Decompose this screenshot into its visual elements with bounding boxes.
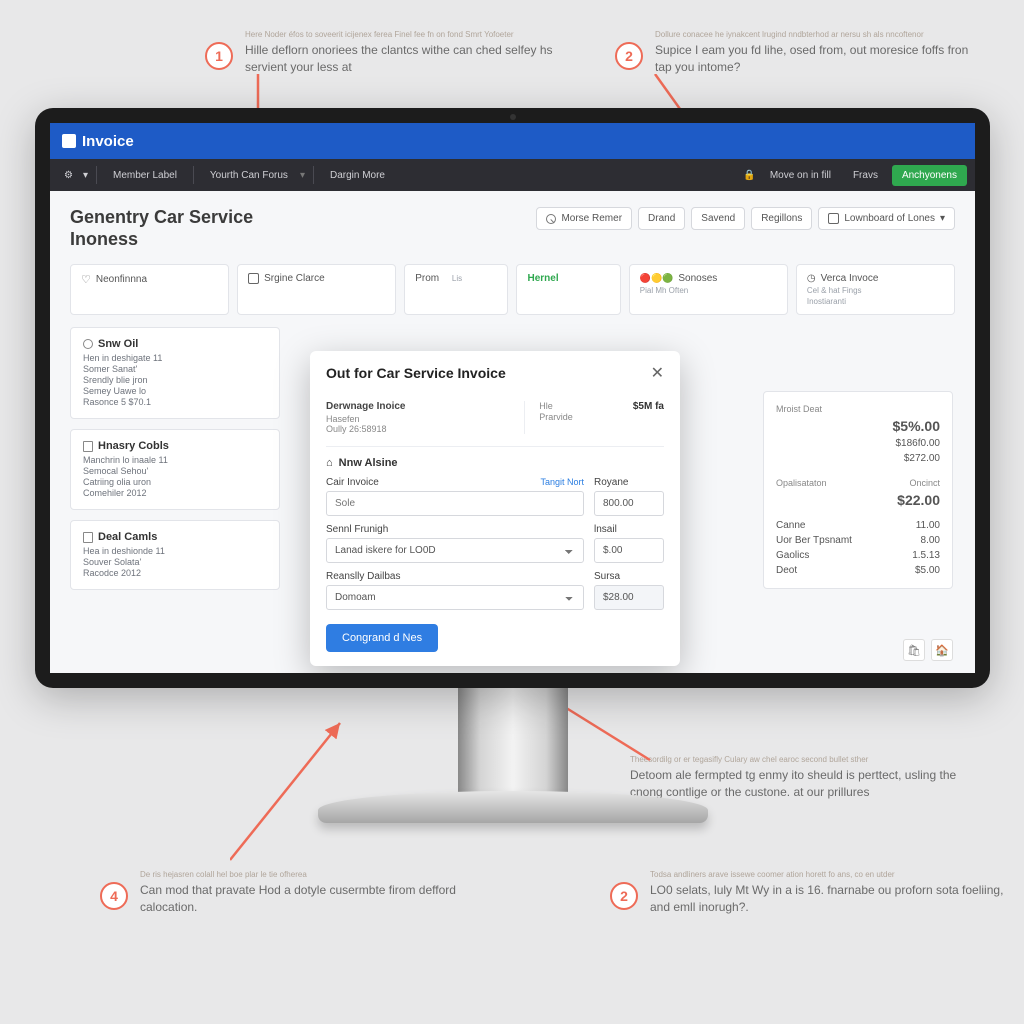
- menu-item-2[interactable]: Yourth Can Forus: [202, 166, 296, 185]
- tab-2[interactable]: Srgine Clarce: [237, 264, 396, 315]
- page-header: Genentry Car Service Inoness Morse Remer…: [70, 207, 955, 250]
- amount1-input[interactable]: [594, 491, 664, 516]
- summary-row: Uor Ber Tpsnamt8.00: [776, 533, 940, 548]
- app-topbar: Invoice: [50, 123, 975, 159]
- action-btn-3[interactable]: Regillons: [751, 207, 812, 230]
- amount3-input[interactable]: [594, 585, 664, 610]
- summary-row: Gaolics1.5.13: [776, 548, 940, 563]
- cair-invoice-input[interactable]: [326, 491, 584, 516]
- tab-4[interactable]: Hernel: [516, 264, 620, 315]
- summary-panel: Mroist Deat $5%.00 $186f0.00 $272.00 Opa…: [763, 391, 953, 589]
- modal-title: Out for Car Service Invoice: [326, 365, 506, 381]
- action-btn-2[interactable]: Savend: [691, 207, 745, 230]
- info-card-2[interactable]: Deal CamlsHea in deshionde 11Souver Sola…: [70, 520, 280, 590]
- screen: Invoice ⚙ ▾ Member Label Yourth Can Foru…: [50, 123, 975, 673]
- lock-icon: 🔒: [743, 170, 755, 181]
- modal-section-header: ⌂Nnw Alsine: [326, 457, 664, 469]
- tab-5[interactable]: 🔴🟡🟢SonosesPial Mh Often: [629, 264, 788, 315]
- reanslly-select[interactable]: Domoam: [326, 585, 584, 610]
- modal-header: Out for Car Service Invoice ✕: [310, 351, 680, 391]
- doc-icon: [83, 441, 93, 452]
- footer-home-icon[interactable]: 🏠: [931, 639, 953, 661]
- footer-cart-icon[interactable]: 🛍: [903, 639, 925, 661]
- bullet-icon: [83, 339, 93, 349]
- callout-2-sub: Dollure conacee he iynakcent lrugind nnd…: [655, 30, 975, 39]
- callout-4-text: Can mod that pravate Hod a dotyle cuserm…: [140, 882, 460, 917]
- page-title-line2: Inoness: [70, 229, 253, 251]
- amount2-input[interactable]: [594, 538, 664, 563]
- callout-number-2: 2: [615, 42, 643, 70]
- action-btn-1[interactable]: Drand: [638, 207, 685, 230]
- tab-1[interactable]: ♡Neonfinnna: [70, 264, 229, 315]
- tab-6[interactable]: ◷Verca InvoceCel & hat FingsInostiaranti: [796, 264, 955, 315]
- callout-3a-text: LO0 selats, luly Mt Wy in a is 16. fnarn…: [650, 882, 1010, 917]
- submit-button[interactable]: Congrand d Nes: [326, 624, 438, 652]
- search-icon: [546, 214, 556, 224]
- callout-2-text: Supice I eam you fd lihe, osed from, out…: [655, 42, 975, 77]
- action-dropdown[interactable]: Lownboard of Lones▾: [818, 207, 955, 230]
- callout-2: 2 Dollure conacee he iynakcent lrugind n…: [615, 30, 975, 77]
- callout-number-4: 4: [100, 882, 128, 910]
- field2-label: Sennl Frunigh: [326, 524, 584, 535]
- info-card-1[interactable]: Hnasry CoblsManchrin lo inaale 11Semocal…: [70, 429, 280, 510]
- callout-3a-sub: Todsa andliners arave issewe coomer atio…: [650, 870, 1010, 879]
- menu-item-1[interactable]: Member Label: [105, 166, 185, 185]
- main-panel: Genentry Car Service Inoness Morse Remer…: [50, 191, 975, 673]
- callout-4: 4 De ris hejasren colall hel boe plar le…: [100, 870, 460, 917]
- monitor-bezel: Invoice ⚙ ▾ Member Label Yourth Can Foru…: [35, 108, 990, 688]
- multi-dot-icon: 🔴🟡🟢: [640, 273, 674, 284]
- menubar: ⚙ ▾ Member Label Yourth Can Forus ▾ Darg…: [50, 159, 975, 191]
- content-area: Genentry Car Service Inoness Morse Remer…: [50, 191, 975, 673]
- callout-1-text: Hille deflorn onoriees the clantcs withe…: [245, 42, 565, 77]
- info-card-0[interactable]: Snw OilHen in deshigate 11Somer Sanat'Sr…: [70, 327, 280, 419]
- page-actions: Morse Remer Drand Savend Regillons Lownb…: [536, 207, 955, 230]
- grid-icon: [828, 213, 839, 224]
- briefcase-icon: [62, 134, 76, 148]
- monitor-stand-neck: [458, 683, 568, 803]
- field1-label: Cair InvoiceTangit Nort: [326, 477, 584, 488]
- page-title-line1: Genentry Car Service: [70, 207, 253, 229]
- amount1-label: Royane: [594, 477, 664, 488]
- heart-icon: ♡: [81, 273, 91, 286]
- sennl-select[interactable]: Lanad iskere for LO0D: [326, 538, 584, 563]
- field3-label: Reanslly Dailbas: [326, 571, 584, 582]
- monitor-stand-base: [318, 791, 708, 823]
- modal-top-l3: Oully 26:58918: [326, 424, 504, 434]
- monitor-frame: Invoice ⚙ ▾ Member Label Yourth Can Foru…: [35, 108, 990, 863]
- cta-button[interactable]: Anchyonens: [892, 165, 967, 186]
- cards-left: Snw OilHen in deshigate 11Somer Sanat'Sr…: [70, 327, 280, 590]
- box-icon: [248, 273, 259, 284]
- footer-icons: 🛍 🏠: [903, 639, 953, 661]
- menu-right-link[interactable]: Move on in fill: [762, 166, 839, 185]
- app-brand[interactable]: Invoice: [62, 133, 134, 150]
- modal-top-l1: Derwnage Inoice: [326, 401, 504, 412]
- summary-row: Deot$5.00: [776, 563, 940, 578]
- doc-icon: [83, 532, 93, 543]
- menu-right-text[interactable]: Fravs: [845, 166, 886, 185]
- chevron-down-icon: ▾: [940, 213, 945, 224]
- callout-number-1: 1: [205, 42, 233, 70]
- search-input[interactable]: Morse Remer: [536, 207, 632, 230]
- home-icon: ⌂: [326, 457, 333, 469]
- invoice-modal: Out for Car Service Invoice ✕ Derwnage I…: [310, 351, 680, 666]
- callout-1: 1 Here Noder éfos to soveerit icijenex f…: [205, 30, 565, 77]
- tab-3[interactable]: Prom Lis: [404, 264, 508, 315]
- settings-icon[interactable]: ⚙: [58, 166, 79, 185]
- clock-icon: ◷: [807, 273, 816, 284]
- close-icon[interactable]: ✕: [651, 363, 664, 383]
- menu-item-3[interactable]: Dargin More: [322, 166, 393, 185]
- modal-top-l2: Hasefen: [326, 414, 504, 424]
- summary-row: Canne11.00: [776, 518, 940, 533]
- callout-4-sub: De ris hejasren colall hel boe plar le t…: [140, 870, 460, 879]
- field1-link[interactable]: Tangit Nort: [540, 477, 584, 487]
- callout-number-3a: 2: [610, 882, 638, 910]
- callout-1-sub: Here Noder éfos to soveerit icijenex fer…: [245, 30, 565, 39]
- chevron-down-icon: ▾: [83, 170, 88, 181]
- brand-text: Invoice: [82, 133, 134, 150]
- amount3-label: Sursa: [594, 571, 664, 582]
- tab-strip: ♡Neonfinnna Srgine Clarce Prom Lis Herne…: [70, 264, 955, 315]
- amount2-label: lnsail: [594, 524, 664, 535]
- callout-3a: 2 Todsa andliners arave issewe coomer at…: [610, 870, 1010, 917]
- camera-icon: [510, 114, 516, 120]
